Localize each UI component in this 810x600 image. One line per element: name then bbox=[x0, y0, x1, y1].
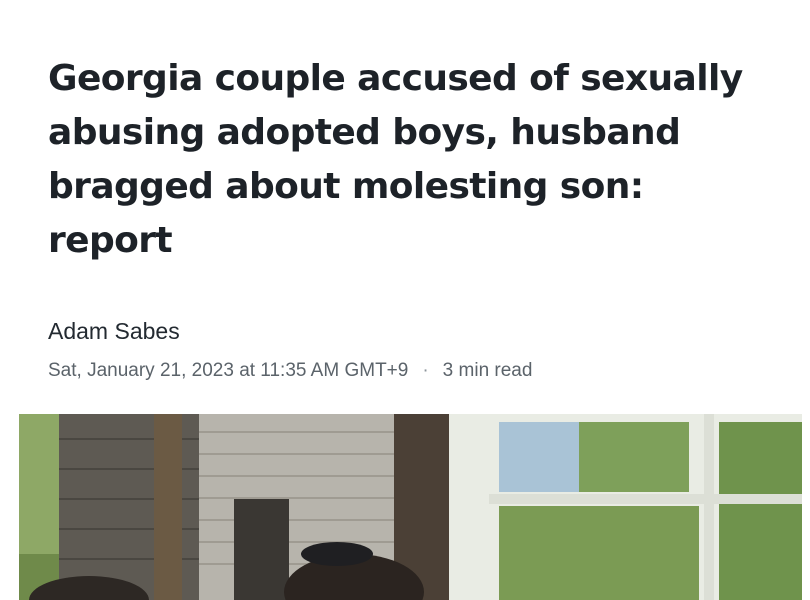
meta-separator: · bbox=[422, 360, 429, 381]
hero-photo[interactable] bbox=[19, 414, 802, 600]
window-pane-lower bbox=[499, 506, 699, 600]
brick-wall-left bbox=[59, 414, 219, 600]
left-foliage-light bbox=[19, 414, 59, 554]
photo-illustration bbox=[19, 414, 802, 600]
author-name[interactable]: Adam Sabes bbox=[48, 318, 180, 345]
publish-date: Sat, January 21, 2023 at 11:35 AM GMT+9 bbox=[48, 360, 409, 381]
wooden-post bbox=[154, 414, 182, 600]
article-page: Georgia couple accused of sexually abusi… bbox=[0, 0, 810, 600]
article-headline: Georgia couple accused of sexually abusi… bbox=[48, 58, 743, 261]
window-pane-right bbox=[719, 422, 802, 600]
window-pane-tree bbox=[579, 422, 689, 492]
read-time: 3 min read bbox=[442, 360, 533, 381]
article-meta: Sat, January 21, 2023 at 11:35 AM GMT+9 ·… bbox=[48, 360, 532, 382]
sunglasses bbox=[301, 542, 373, 566]
wall-frame bbox=[234, 499, 289, 600]
